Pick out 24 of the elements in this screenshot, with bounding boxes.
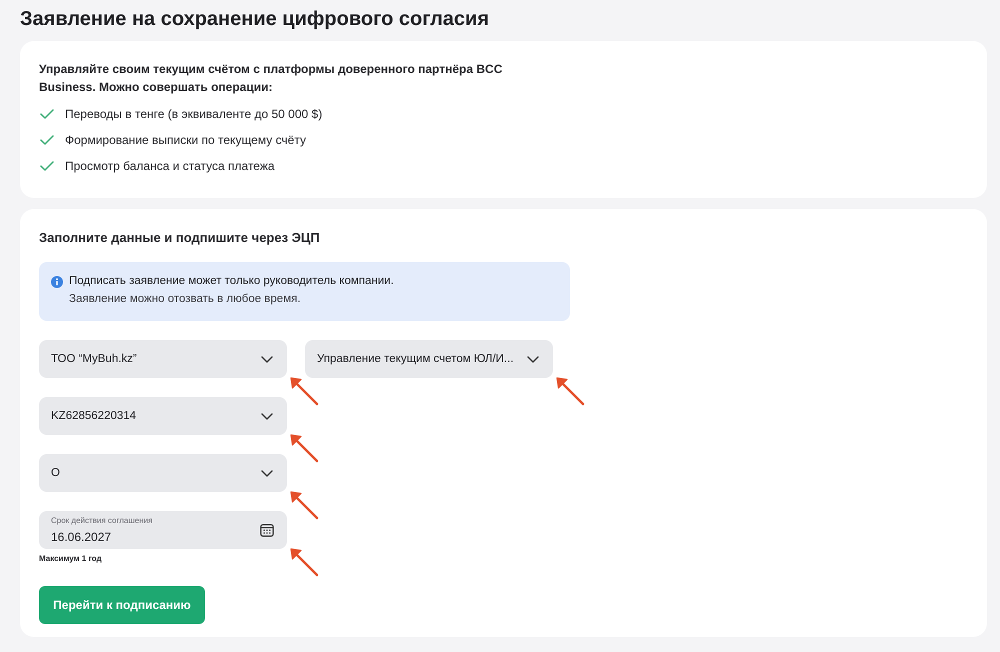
chevron-down-icon: [261, 356, 273, 362]
info-icon: [51, 276, 63, 288]
calendar-icon: [260, 523, 274, 537]
check-icon: [40, 135, 54, 145]
dropdown-field[interactable]: ТОО “MyBuh.kz”: [39, 340, 287, 378]
chevron-down-icon: [261, 470, 273, 476]
intro-text: Управляйте своим текущим счётом с платформы доверенного партнёра BCC Business. Можно совершать операции:: [39, 61, 504, 96]
dropdown-field[interactable]: Управление текущим счетом ЮЛ/И...: [305, 340, 553, 378]
hint-text: Максимум 1 год: [39, 554, 102, 564]
form-heading: Заполните данные и подпишите через ЭЦП: [39, 229, 321, 247]
check-icon: [40, 161, 54, 171]
operation-text: Формирование выписки по текущему счёту: [65, 132, 306, 149]
date-field[interactable]: Срок действия соглашения 16.06.2027: [39, 511, 287, 549]
page-title: Заявление на сохранение цифрового согласия: [20, 7, 489, 32]
dropdown-field[interactable]: О: [39, 454, 287, 492]
chevron-down-icon: [527, 356, 539, 362]
dropdown-field[interactable]: KZ62856220314: [39, 397, 287, 435]
info-text: Заявление можно отозвать в любое время.: [69, 292, 301, 307]
operation-text: Переводы в тенге (в эквиваленте до 50 000 $): [65, 106, 322, 123]
info-text: Подписать заявление может только руководитель компании.: [69, 274, 394, 289]
operation-text: Просмотр баланса и статуса платежа: [65, 158, 275, 175]
check-icon: [40, 109, 54, 119]
chevron-down-icon: [261, 412, 273, 420]
field-label: Срок действия соглашения: [51, 516, 152, 526]
